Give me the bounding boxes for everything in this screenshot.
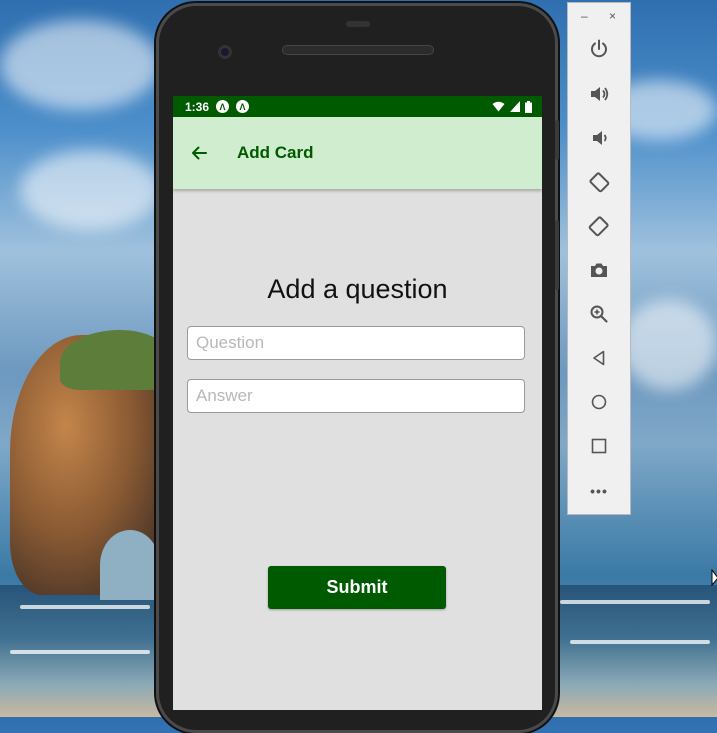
form-heading: Add a question bbox=[267, 274, 448, 304]
side-button bbox=[555, 120, 559, 160]
volume-up-button[interactable] bbox=[586, 81, 612, 107]
nav-back-button[interactable] bbox=[586, 345, 612, 371]
rotate-right-icon bbox=[588, 216, 609, 237]
earpiece bbox=[346, 21, 370, 27]
home-icon bbox=[591, 394, 607, 410]
speaker-grille bbox=[282, 45, 434, 55]
close-button[interactable]: × bbox=[609, 9, 616, 23]
signal-icon bbox=[510, 101, 520, 112]
submit-button[interactable]: Submit bbox=[268, 566, 446, 609]
more-icon: ••• bbox=[590, 483, 608, 499]
notification-app-icon: Λ bbox=[216, 100, 230, 113]
answer-input[interactable] bbox=[187, 379, 525, 413]
app-bar: Add Card bbox=[173, 117, 542, 189]
arrow-left-icon bbox=[192, 146, 207, 160]
emulator-toolbar: – × ••• bbox=[567, 2, 631, 515]
minimize-button[interactable]: – bbox=[581, 9, 588, 23]
more-button[interactable]: ••• bbox=[586, 478, 612, 504]
rotate-left-icon bbox=[589, 172, 610, 193]
question-input[interactable] bbox=[187, 326, 525, 360]
wifi-icon bbox=[492, 101, 505, 112]
battery-icon bbox=[525, 100, 532, 113]
overview-icon bbox=[591, 438, 607, 454]
power-button[interactable] bbox=[586, 36, 612, 62]
zoom-icon bbox=[590, 305, 608, 323]
side-button bbox=[555, 220, 559, 290]
screenshot-button[interactable] bbox=[586, 257, 612, 283]
zoom-button[interactable] bbox=[586, 301, 612, 327]
volume-down-icon bbox=[593, 131, 607, 145]
status-bar: 1:36 Λ Λ bbox=[173, 96, 542, 117]
camera-icon bbox=[591, 263, 607, 277]
back-button[interactable] bbox=[189, 143, 209, 163]
power-icon bbox=[591, 39, 607, 58]
nav-overview-button[interactable] bbox=[586, 433, 612, 459]
front-camera bbox=[218, 45, 232, 59]
mouse-cursor-icon bbox=[711, 569, 717, 587]
status-time: 1:36 bbox=[185, 99, 210, 114]
rotate-right-button[interactable] bbox=[586, 213, 612, 239]
device-screen: 1:36 Λ Λ Add Card Add a question Submit bbox=[173, 96, 542, 710]
nav-home-button[interactable] bbox=[586, 389, 612, 415]
volume-up-icon bbox=[591, 87, 609, 101]
volume-down-button[interactable] bbox=[586, 125, 612, 151]
page-title: Add Card bbox=[237, 143, 314, 162]
back-icon bbox=[593, 350, 605, 366]
rotate-left-button[interactable] bbox=[586, 169, 612, 195]
notification-app-icon: Λ bbox=[236, 100, 250, 113]
